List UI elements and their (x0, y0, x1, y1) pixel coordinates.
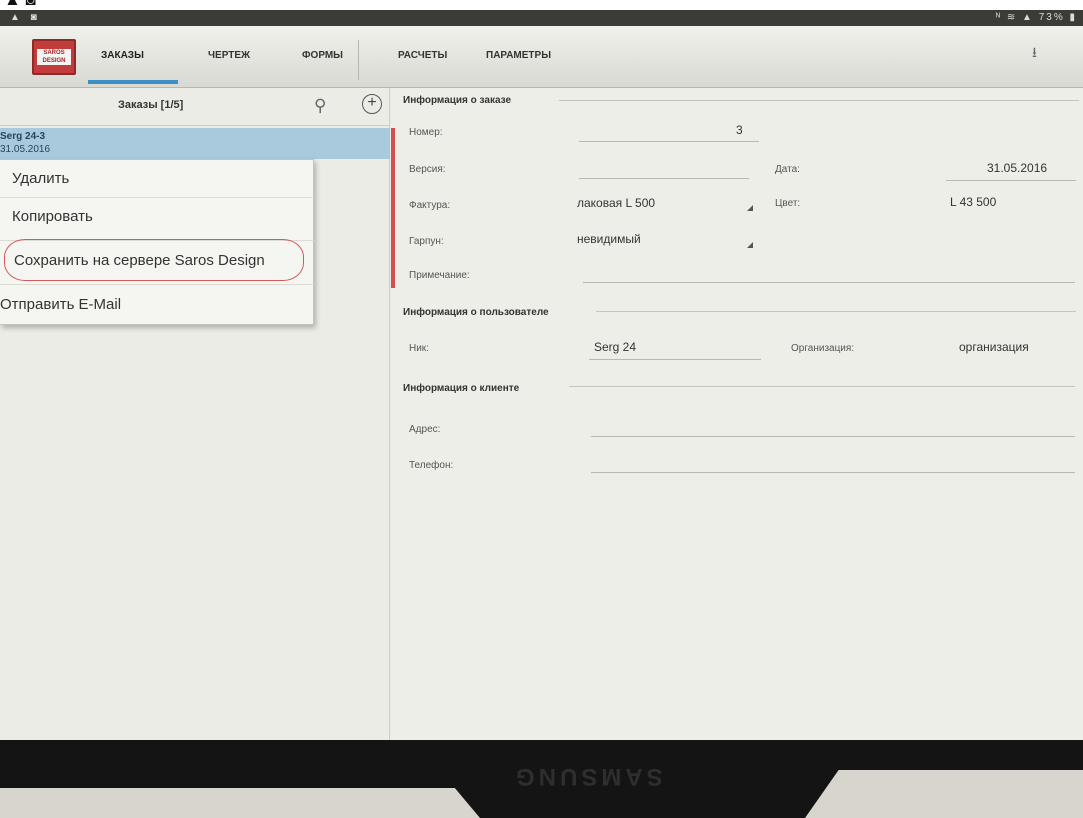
date-label: Дата: (775, 164, 800, 175)
tab-divider (358, 40, 359, 80)
number-field-line (579, 141, 759, 142)
menu-item-label: Удалить (12, 170, 70, 187)
tablet-bezel: SAMSUNG (0, 740, 1083, 818)
texture-dropdown-icon[interactable] (747, 205, 753, 211)
menu-item-label: Копировать (12, 208, 93, 225)
version-label: Версия: (409, 164, 446, 175)
order-details-pane: Информация о заказе Номер: 3 Версия: Дат… (391, 88, 1083, 740)
harpoon-value[interactable]: невидимый (577, 232, 641, 246)
address-field-line[interactable] (591, 436, 1075, 437)
samsung-logo: SAMSUNG (512, 763, 663, 790)
orders-list-title: Заказы [1/5] (118, 99, 184, 111)
phone-label: Телефон: (409, 460, 454, 471)
order-date: 31.05.2016 (0, 144, 51, 155)
harpoon-dropdown-icon[interactable] (747, 242, 753, 248)
cropped-caption: ▲ ◙ (0, 0, 1083, 10)
texture-label: Фактура: (409, 200, 451, 211)
saros-logo[interactable]: SAROS DESIGN (32, 39, 76, 75)
background-cloth-left (0, 788, 480, 818)
app-bar: SAROS DESIGN ЗАКАЗЫ ЧЕРТЕЖ ФОРМЫ РАСЧЕТЫ… (0, 26, 1083, 88)
menu-item-email[interactable]: Отправить E-Mail (0, 286, 314, 323)
status-bar: ▲ ◙ ᴺ ≋ ▲ 73% ▮ (0, 10, 1083, 26)
context-menu: Удалить Копировать Сохранить на сервере … (0, 159, 314, 325)
address-label: Адрес: (409, 424, 441, 435)
menu-divider (0, 284, 314, 285)
number-value[interactable]: 3 (736, 123, 743, 137)
download-icon[interactable]: ⭳ (1032, 42, 1037, 66)
menu-item-label: Отправить E-Mail (0, 296, 122, 313)
organization-value[interactable]: организация (959, 340, 1029, 354)
nick-field-line (589, 359, 761, 360)
status-right-icons: ᴺ ≋ ▲ 73% ▮ (995, 12, 1077, 23)
number-label: Номер: (409, 127, 443, 138)
date-field-line (946, 180, 1076, 181)
client-info-heading: Информация о клиенте (403, 383, 520, 394)
phone-field-line[interactable] (591, 472, 1075, 473)
add-order-icon[interactable]: + (362, 94, 382, 114)
active-tab-indicator (88, 80, 178, 84)
tab-drawing[interactable]: ЧЕРТЕЖ (208, 50, 250, 61)
tablet-screen: ▲ ◙ ᴺ ≋ ▲ 73% ▮ SAROS DESIGN ЗАКАЗЫ ЧЕРТ… (0, 10, 1083, 740)
background-cloth-right (805, 770, 1083, 818)
note-field-line[interactable] (583, 282, 1075, 283)
nick-value[interactable]: Serg 24 (594, 340, 636, 354)
menu-item-copy[interactable]: Копировать (0, 198, 314, 235)
section-divider (559, 100, 1079, 101)
order-info-heading: Информация о заказе (403, 95, 512, 106)
tab-forms[interactable]: ФОРМЫ (302, 50, 343, 61)
color-label: Цвет: (775, 198, 801, 209)
menu-item-delete[interactable]: Удалить (0, 160, 314, 197)
section-divider (569, 386, 1075, 387)
order-name: Serg 24-3 (0, 131, 46, 142)
orders-list-header: Заказы [1/5] ⚲ + (0, 88, 390, 126)
nick-label: Ник: (409, 343, 429, 354)
color-value[interactable]: L 43 500 (950, 195, 996, 209)
date-value[interactable]: 31.05.2016 (987, 161, 1047, 175)
selection-accent-bar (391, 128, 395, 288)
orders-pane: Заказы [1/5] ⚲ + Serg 24-3 31.05.2016 Уд… (0, 88, 390, 740)
red-highlight-annotation (4, 239, 304, 281)
tab-orders[interactable]: ЗАКАЗЫ (101, 50, 144, 61)
status-left-icons: ▲ ◙ (10, 12, 41, 23)
organization-label: Организация: (791, 343, 855, 354)
logo-text: SAROS DESIGN (37, 49, 71, 65)
section-divider (596, 311, 1076, 312)
version-field-line (579, 178, 749, 179)
harpoon-label: Гарпун: (409, 236, 444, 247)
search-icon[interactable]: ⚲ (314, 96, 326, 116)
note-label: Примечание: (409, 270, 470, 281)
tab-calculations[interactable]: РАСЧЕТЫ (398, 50, 447, 61)
texture-value[interactable]: лаковая L 500 (577, 196, 655, 210)
order-list-item-selected[interactable]: Serg 24-3 31.05.2016 (0, 128, 390, 159)
user-info-heading: Информация о пользователе (403, 307, 549, 318)
tab-parameters[interactable]: ПАРАМЕТРЫ (486, 50, 551, 61)
